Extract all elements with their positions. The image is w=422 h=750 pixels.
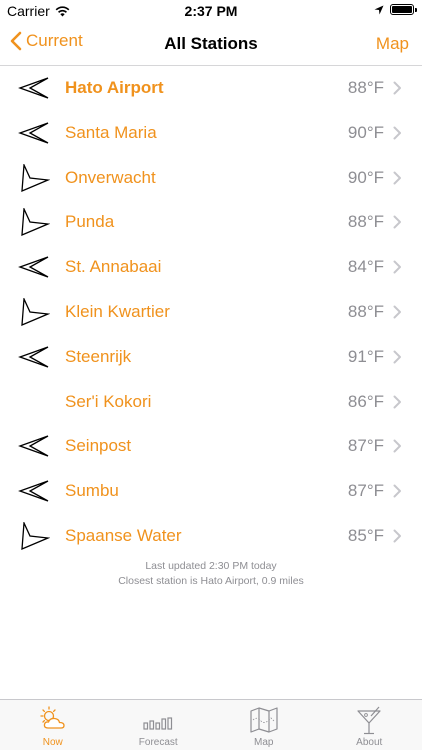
page-title: All Stations [164, 34, 258, 53]
station-row[interactable]: Punda 88°F [0, 200, 422, 245]
station-name: Spaanse Water [65, 525, 182, 545]
chevron-right-icon [393, 439, 401, 453]
chevron-right-icon [393, 171, 401, 185]
wind-direction-icon [18, 346, 49, 368]
chevron-right-icon [393, 215, 401, 229]
location-arrow-icon [374, 5, 384, 14]
wind-direction-icon [18, 256, 49, 278]
cocktail-icon [357, 706, 381, 735]
station-name: Sumbu [65, 481, 119, 501]
station-name: St. Annabaai [65, 257, 162, 277]
station-row[interactable]: Steenrijk 91°F [0, 335, 422, 380]
station-name: Klein Kwartier [65, 301, 170, 321]
station-row[interactable]: Ser'i Kokori 86°F [0, 380, 422, 425]
chevron-right-icon [393, 529, 401, 543]
tab-now[interactable]: Now [0, 700, 106, 750]
bars-icon [143, 717, 173, 730]
station-temperature: 87°F [347, 436, 384, 456]
station-name: Onverwacht [65, 167, 156, 187]
wind-direction-icon [18, 480, 49, 502]
station-row[interactable]: Seinpost 87°F [0, 424, 422, 469]
station-name: Hato Airport [65, 78, 164, 97]
chevron-right-icon [393, 395, 401, 409]
tab-forecast-label: Forecast [138, 737, 178, 748]
station-temperature: 84°F [347, 257, 384, 277]
wind-direction-icon [21, 163, 50, 192]
station-row[interactable]: Onverwacht 90°F [0, 156, 422, 201]
status-right [374, 4, 417, 15]
tab-map-label: Map [254, 737, 274, 748]
status-time: 2:37 PM [184, 3, 238, 19]
sun-cloud-icon [40, 706, 65, 729]
wind-direction-icon [18, 77, 49, 99]
station-name: Punda [65, 212, 115, 232]
station-row[interactable]: Sumbu 87°F [0, 469, 422, 514]
tab-about-label: About [356, 737, 383, 748]
station-row[interactable]: Hato Airport 88°F [0, 66, 422, 111]
station-temperature: 91°F [347, 346, 384, 366]
wind-direction-icon [18, 122, 49, 144]
station-name: Steenrijk [65, 346, 132, 366]
chevron-right-icon [393, 126, 401, 140]
station-temperature: 86°F [347, 391, 384, 411]
last-updated-text: Last updated 2:30 PM today [145, 560, 277, 572]
station-row[interactable]: Santa Maria 90°F [0, 111, 422, 156]
station-temperature: 88°F [347, 78, 384, 97]
chevron-right-icon [393, 350, 401, 364]
tab-now-label: Now [42, 737, 63, 748]
chevron-right-icon [393, 484, 401, 498]
station-row[interactable]: Klein Kwartier 88°F [0, 290, 422, 335]
station-name: Ser'i Kokori [65, 391, 152, 411]
station-list: Hato Airport 88°F Santa Maria 90°F Onverwach… [0, 66, 422, 559]
station-temperature: 90°F [347, 167, 384, 187]
station-temperature: 90°F [347, 122, 384, 142]
station-row[interactable]: Spaanse Water 85°F [0, 514, 422, 559]
closest-station-text: Closest station is Hato Airport, 0.9 mil… [118, 575, 304, 587]
tab-bar: Now Forecast Map About [0, 699, 422, 750]
station-temperature: 88°F [347, 301, 384, 321]
station-row[interactable]: St. Annabaai 84°F [0, 245, 422, 290]
tab-about[interactable]: About [317, 700, 422, 750]
battery-icon [390, 4, 417, 15]
chevron-right-icon [393, 81, 401, 95]
tab-map[interactable]: Map [211, 700, 317, 750]
chevron-right-icon [393, 260, 401, 274]
station-name: Seinpost [65, 436, 132, 456]
map-button[interactable]: Map [376, 34, 409, 54]
chevron-right-icon [393, 305, 401, 319]
wind-direction-icon [21, 297, 50, 326]
station-temperature: 87°F [347, 481, 384, 501]
station-name: Santa Maria [65, 122, 157, 142]
map-icon [250, 707, 278, 733]
wind-direction-icon [21, 521, 50, 550]
station-temperature: 88°F [347, 212, 384, 232]
wind-direction-icon [18, 435, 49, 457]
status-bar: Carrier 2:37 PM [0, 0, 422, 22]
wind-direction-icon [21, 208, 50, 237]
tab-forecast[interactable]: Forecast [106, 700, 212, 750]
navigation-bar: Current All Stations Map [0, 22, 422, 66]
station-temperature: 85°F [347, 525, 384, 545]
